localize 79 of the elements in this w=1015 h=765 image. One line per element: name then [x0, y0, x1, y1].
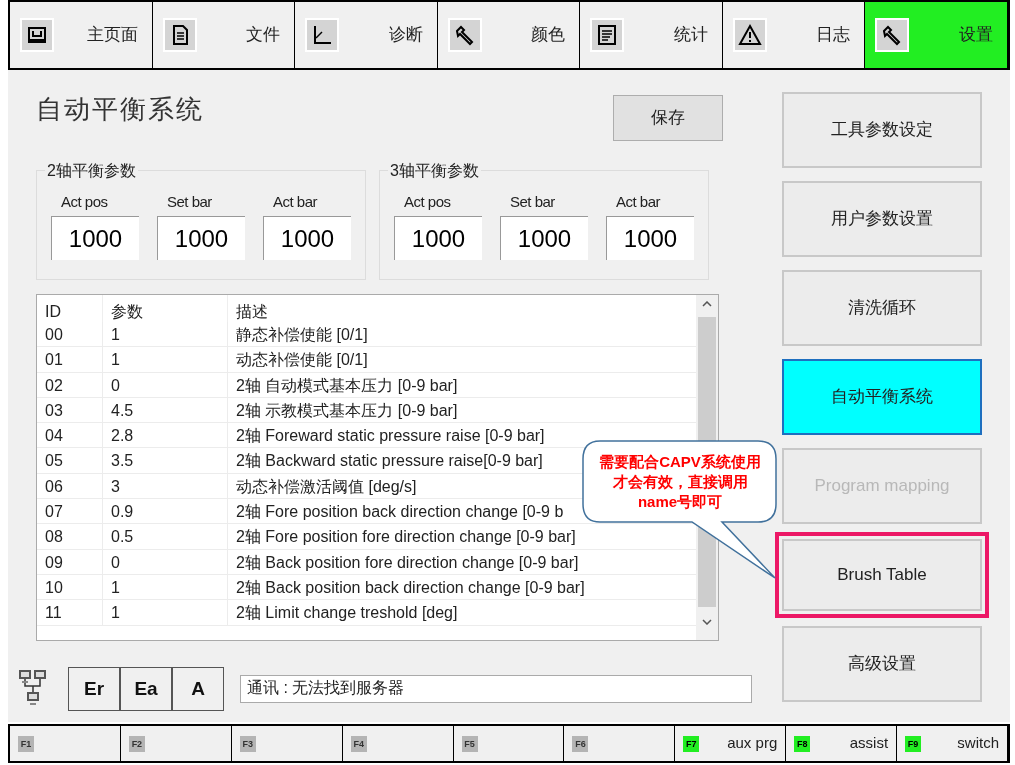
key-badge: F6 — [572, 735, 589, 752]
value-field[interactable]: 1000 — [394, 215, 482, 260]
key-badge: F5 — [461, 735, 478, 752]
column-header[interactable]: ID — [37, 295, 103, 322]
status-message-field: 通讯 : 无法找到服务器 — [240, 675, 752, 703]
field-label: Act pos — [61, 192, 108, 212]
key-badge: F7 — [683, 735, 700, 752]
function-key[interactable]: F5 — [453, 726, 565, 761]
table-cell: 00 — [37, 322, 103, 347]
table-cell: 04 — [37, 423, 103, 448]
alarm-button[interactable]: Er — [68, 667, 120, 711]
table-cell: 2.8 — [103, 423, 228, 448]
side-menu-button[interactable]: 清洗循环 — [782, 270, 982, 346]
function-key[interactable]: F3 — [231, 726, 343, 761]
monitor-icon — [20, 18, 54, 52]
function-key[interactable]: F4 — [342, 726, 454, 761]
value-field[interactable]: 1000 — [157, 215, 245, 260]
field-label: Set bar — [510, 192, 555, 212]
document-icon — [162, 18, 197, 52]
scroll-down-icon[interactable] — [702, 619, 712, 625]
function-key[interactable]: F1 — [10, 726, 121, 761]
table-cell: 11 — [37, 600, 103, 625]
list-icon — [590, 18, 625, 52]
side-menu-button[interactable]: 工具参数设定 — [782, 92, 982, 168]
table-cell: 0 — [103, 549, 228, 574]
save-button[interactable]: 保存 — [613, 95, 723, 141]
table-cell: 09 — [37, 549, 103, 574]
table-cell: 0 — [103, 372, 228, 397]
side-menu-button[interactable]: 高级设置 — [782, 626, 982, 702]
table-cell: 1 — [103, 347, 228, 372]
table-cell: 10 — [37, 574, 103, 600]
table-cell: 06 — [37, 473, 103, 499]
scroll-up-icon[interactable] — [702, 301, 712, 307]
table-cell: 02 — [37, 372, 103, 397]
chart-icon — [305, 18, 340, 52]
value-field[interactable]: 1000 — [263, 215, 351, 260]
column-header[interactable]: 参数 — [103, 295, 228, 322]
table-cell: 0.9 — [103, 499, 228, 524]
value-field[interactable]: 1000 — [51, 215, 139, 260]
page-title: 自动平衡系统 — [36, 93, 204, 126]
callout-text: 需要配合CAPV系统使用才会有效，直接调用name号即可 — [598, 452, 762, 512]
alarm-button[interactable]: Ea — [120, 667, 172, 711]
field-label: Act bar — [273, 192, 318, 212]
side-menu-button[interactable]: 自动平衡系统 — [782, 359, 982, 435]
side-menu-button[interactable]: 用户参数设置 — [782, 181, 982, 257]
value-field[interactable]: 1000 — [500, 215, 588, 260]
field-label: Act bar — [616, 192, 661, 212]
alarm-button[interactable]: A — [172, 667, 224, 711]
nav-tab[interactable]: 设置 — [865, 2, 1009, 68]
field-label: Act pos — [404, 192, 451, 212]
key-badge: F2 — [128, 735, 145, 752]
key-badge: F1 — [18, 735, 34, 752]
table-cell: 3.5 — [103, 448, 228, 473]
table-cell: 1 — [103, 574, 228, 600]
wrench-icon — [875, 18, 910, 52]
table-cell: 07 — [37, 499, 103, 524]
function-key[interactable]: F2 — [120, 726, 232, 761]
table-cell: 05 — [37, 448, 103, 473]
function-key[interactable]: F7 aux prg — [675, 726, 787, 761]
table-cell: 08 — [37, 524, 103, 549]
table-cell: 0.5 — [103, 524, 228, 549]
wrench-icon — [447, 18, 482, 52]
key-badge: F9 — [905, 735, 922, 752]
function-key[interactable]: F8 assist — [786, 726, 898, 761]
warning-icon — [732, 18, 767, 52]
table-cell: 1 — [103, 600, 228, 625]
key-badge: F4 — [350, 735, 367, 752]
field-label: Set bar — [167, 192, 212, 212]
value-field[interactable]: 1000 — [606, 215, 694, 260]
key-badge: F8 — [794, 735, 811, 752]
table-cell: 1 — [103, 322, 228, 347]
function-key[interactable]: F9 switch — [897, 726, 1008, 761]
table-cell: 03 — [37, 397, 103, 423]
table-cell: 3 — [103, 473, 228, 499]
table-cell: 4.5 — [103, 397, 228, 423]
table-cell: 01 — [37, 347, 103, 372]
key-badge: F3 — [239, 735, 256, 752]
function-key[interactable]: F6 — [564, 726, 676, 761]
side-menu-button[interactable]: Brush Table — [782, 539, 982, 611]
